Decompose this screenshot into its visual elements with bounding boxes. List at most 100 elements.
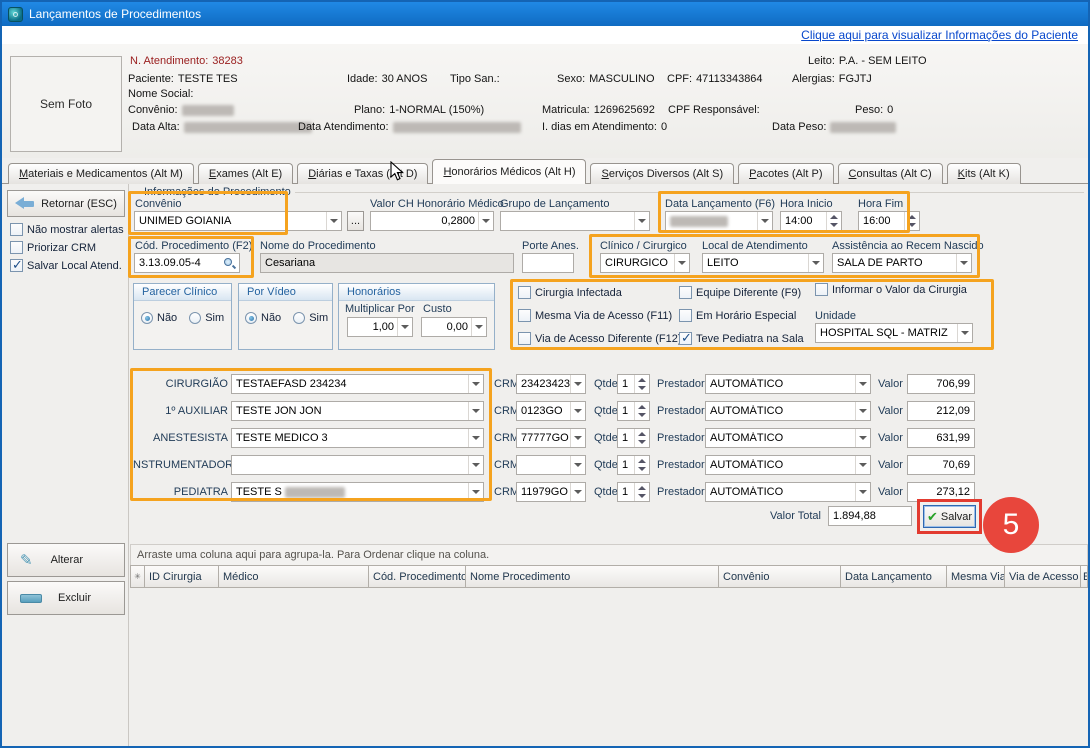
checkbox-box[interactable] <box>10 241 23 254</box>
radio-dot[interactable] <box>189 312 201 324</box>
priorizar-crm-checkbox[interactable]: Priorizar CRM <box>10 241 96 254</box>
grid-column-medico[interactable]: Médico <box>218 565 369 588</box>
checkbox-box[interactable] <box>518 332 531 345</box>
chevron-down-icon[interactable] <box>855 483 869 501</box>
grid-column-cod-procedimento[interactable]: Cód. Procedimento <box>368 565 466 588</box>
qtde-spinner[interactable]: 1 <box>617 401 650 421</box>
chevron-down-icon[interactable] <box>570 456 584 474</box>
cod-procedimento-input[interactable]: 3.13.09.05-4 <box>134 253 240 273</box>
crm-combobox[interactable] <box>516 455 586 475</box>
grid-column-nome-procedimento[interactable]: Nome Procedimento <box>465 565 719 588</box>
spinner-icon[interactable] <box>634 456 648 474</box>
chevron-down-icon[interactable] <box>570 429 584 447</box>
checkbox-box[interactable] <box>679 332 692 345</box>
chevron-down-icon[interactable] <box>570 483 584 501</box>
checkbox-box[interactable] <box>518 309 531 322</box>
informar-valor-cirurgia-checkbox[interactable]: Informar o Valor da Cirurgia <box>815 283 967 296</box>
chevron-down-icon[interactable] <box>957 324 971 342</box>
valor-ch-combobox[interactable]: 0,2800 <box>370 211 494 231</box>
spinner-icon[interactable] <box>634 429 648 447</box>
em-horario-especial-checkbox[interactable]: Em Horário Especial <box>679 309 796 322</box>
medico-combobox[interactable]: TESTE MEDICO 3 <box>231 428 484 448</box>
medico-combobox[interactable]: TESTE JON JON <box>231 401 484 421</box>
chevron-down-icon[interactable] <box>570 402 584 420</box>
salvar-local-atend-checkbox[interactable]: Salvar Local Atend. <box>10 259 122 272</box>
tab-pacotes[interactable]: Pacotes (Alt P) <box>738 163 833 184</box>
hora-inicio-spinner[interactable]: 14:00 <box>780 211 842 231</box>
valor-field[interactable]: 706,99 <box>907 374 975 394</box>
data-lancamento-combobox[interactable] <box>665 211 773 231</box>
browse-button[interactable]: ... <box>347 211 364 231</box>
chevron-down-icon[interactable] <box>326 212 340 230</box>
checkbox-box[interactable] <box>679 309 692 322</box>
chevron-down-icon[interactable] <box>634 212 648 230</box>
chevron-down-icon[interactable] <box>855 456 869 474</box>
prestador-combobox[interactable]: AUTOMÁTICO <box>705 428 871 448</box>
chevron-down-icon[interactable] <box>855 429 869 447</box>
radio-dot[interactable] <box>245 312 257 324</box>
prestador-combobox[interactable]: AUTOMÁTICO <box>705 455 871 475</box>
chevron-down-icon[interactable] <box>674 254 688 272</box>
checkbox-box[interactable] <box>10 223 23 236</box>
spinner-icon[interactable] <box>826 212 840 230</box>
tab-materiais-medicamentos[interactable]: Materiais e Medicamentos (Alt M) <box>8 163 194 184</box>
radio-dot[interactable] <box>293 312 305 324</box>
parecer-nao-radio[interactable]: Não <box>141 312 177 324</box>
medico-combobox[interactable]: TESTE S <box>231 482 484 502</box>
grid-column-partial[interactable]: E <box>1080 565 1088 588</box>
radio-dot[interactable] <box>141 312 153 324</box>
qtde-spinner[interactable]: 1 <box>617 428 650 448</box>
custo-combobox[interactable]: 0,00 <box>421 317 487 337</box>
checkbox-box[interactable] <box>815 283 828 296</box>
multiplicar-combobox[interactable]: 1,00 <box>347 317 413 337</box>
excluir-button[interactable]: Excluir <box>7 581 125 615</box>
grid-group-panel[interactable]: Arraste uma coluna aqui para agrupa-la. … <box>130 544 1088 566</box>
video-nao-radio[interactable]: Não <box>245 312 281 324</box>
prestador-combobox[interactable]: AUTOMÁTICO <box>705 482 871 502</box>
checkbox-box[interactable] <box>679 286 692 299</box>
grid-column-via-de-acesso[interactable]: Via de Acesso <box>1004 565 1081 588</box>
alterar-button[interactable]: ✎ Alterar <box>7 543 125 577</box>
tab-honorarios-medicos[interactable]: Honorários Médicos (Alt H) <box>432 159 586 184</box>
chevron-down-icon[interactable] <box>808 254 822 272</box>
valor-field[interactable]: 70,69 <box>907 455 975 475</box>
grid-column-mesma-via[interactable]: Mesma Via ( <box>946 565 1005 588</box>
chevron-down-icon[interactable] <box>468 456 482 474</box>
tab-kits[interactable]: Kits (Alt K) <box>947 163 1021 184</box>
checkbox-box[interactable] <box>518 286 531 299</box>
grupo-lancamento-combobox[interactable] <box>500 211 650 231</box>
spinner-icon[interactable] <box>904 212 918 230</box>
qtde-spinner[interactable]: 1 <box>617 374 650 394</box>
prestador-combobox[interactable]: AUTOMÁTICO <box>705 401 871 421</box>
checkbox-box[interactable] <box>10 259 23 272</box>
crm-combobox[interactable]: 11979GO <box>516 482 586 502</box>
video-sim-radio[interactable]: Sim <box>293 312 328 324</box>
chevron-down-icon[interactable] <box>570 375 584 393</box>
chevron-down-icon[interactable] <box>397 318 411 336</box>
retornar-button[interactable]: Retornar (ESC) <box>7 190 125 217</box>
teve-pediatra-checkbox[interactable]: Teve Pediatra na Sala <box>679 332 804 345</box>
valor-field[interactable]: 273,12 <box>907 482 975 502</box>
crm-combobox[interactable]: 234234234( <box>516 374 586 394</box>
salvar-button[interactable]: ✔ Salvar <box>923 505 976 528</box>
mesma-via-acesso-checkbox[interactable]: Mesma Via de Acesso (F11) <box>518 309 672 322</box>
chevron-down-icon[interactable] <box>855 375 869 393</box>
porte-anes-input[interactable] <box>522 253 574 273</box>
crm-combobox[interactable]: 0123GO <box>516 401 586 421</box>
chevron-down-icon[interactable] <box>757 212 771 230</box>
equipe-diferente-checkbox[interactable]: Equipe Diferente (F9) <box>679 286 801 299</box>
cirurgia-infectada-checkbox[interactable]: Cirurgia Infectada <box>518 286 622 299</box>
chevron-down-icon[interactable] <box>471 318 485 336</box>
chevron-down-icon[interactable] <box>468 483 482 501</box>
spinner-icon[interactable] <box>634 483 648 501</box>
search-icon[interactable] <box>223 257 236 270</box>
medico-combobox[interactable]: TESTAEFASD 234234 <box>231 374 484 394</box>
local-atendimento-combobox[interactable]: LEITO <box>702 253 824 273</box>
parecer-sim-radio[interactable]: Sim <box>189 312 224 324</box>
valor-field[interactable]: 212,09 <box>907 401 975 421</box>
grid-column-data-lancamento[interactable]: Data Lançamento <box>840 565 947 588</box>
tab-consultas[interactable]: Consultas (Alt C) <box>838 163 943 184</box>
qtde-spinner[interactable]: 1 <box>617 482 650 502</box>
grid-column-convenio[interactable]: Convênio <box>718 565 841 588</box>
hora-fim-spinner[interactable]: 16:00 <box>858 211 920 231</box>
